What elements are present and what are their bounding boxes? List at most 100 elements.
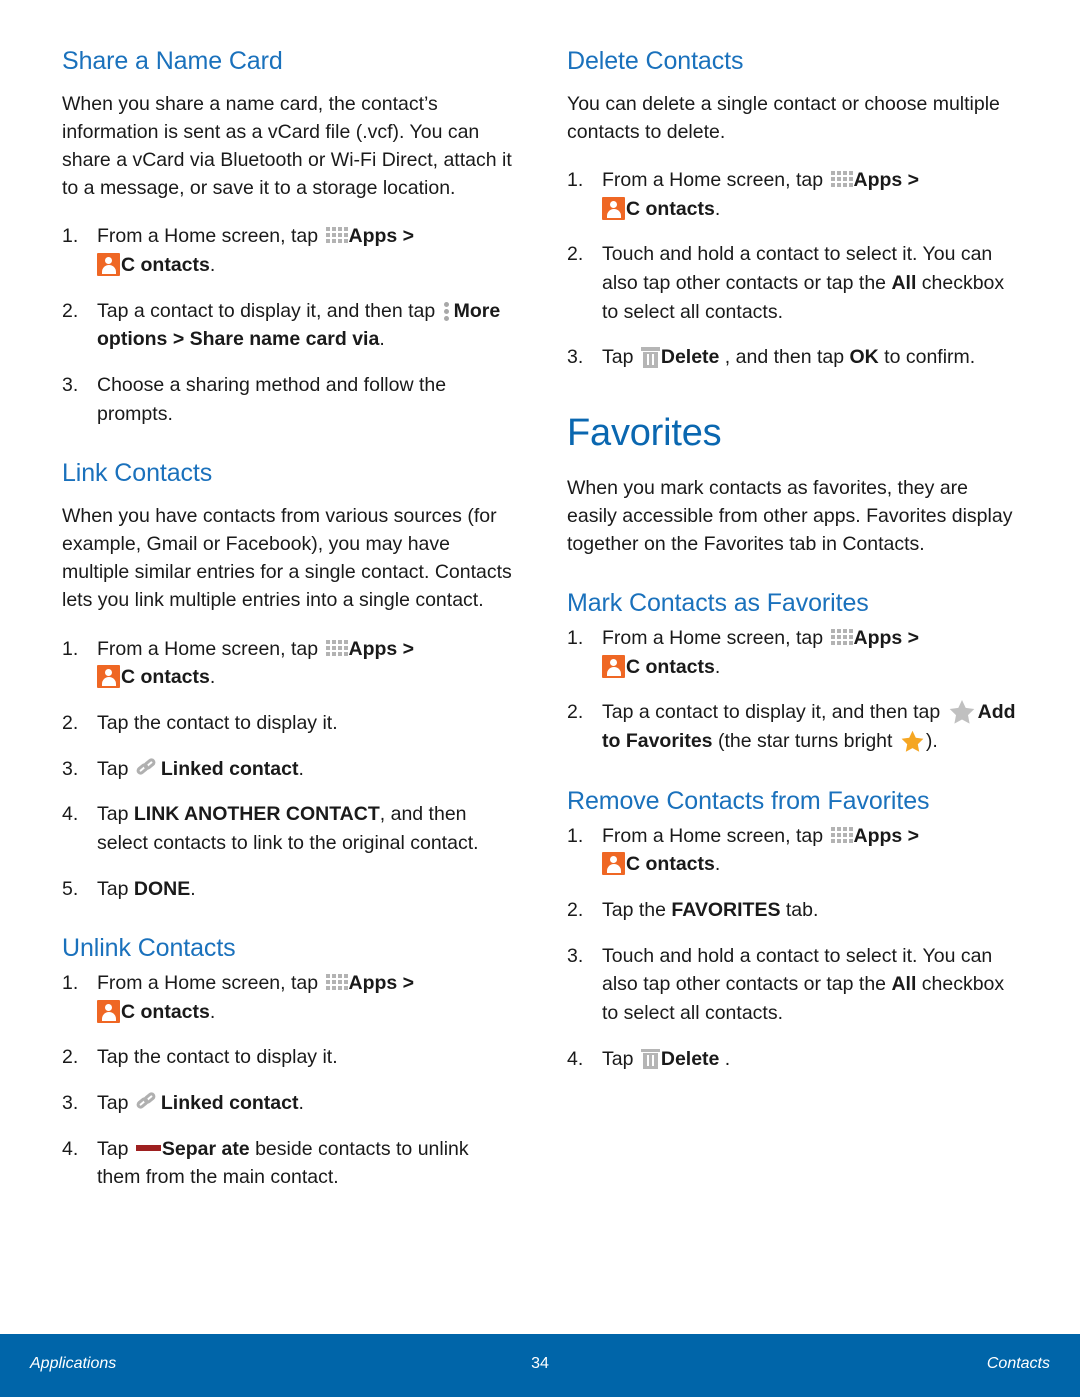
list-item: 4. Tap Delete .: [567, 1045, 1018, 1074]
step-period: .: [209, 253, 216, 276]
step-bold-favorites-tab: FAVORITES: [671, 898, 781, 921]
step-bold-contacts: C ontacts: [121, 666, 210, 689]
step-number: 1.: [62, 972, 79, 995]
list-item: 1. From a Home screen, tap Apps > C onta…: [62, 222, 513, 279]
step-number: 3.: [62, 373, 79, 396]
step-bold-contacts: C ontacts: [626, 197, 715, 220]
step-period: .: [714, 655, 721, 678]
list-item: 3. Tap Linked contact.: [62, 1089, 513, 1118]
step-bold-contacts: C ontacts: [626, 655, 715, 678]
steps-link-contacts: 1. From a Home screen, tap Apps > C onta…: [62, 635, 513, 904]
step-number: 3.: [567, 944, 584, 967]
step-text-tail: .: [719, 1047, 731, 1070]
step-text: Tap the contact to display it.: [97, 711, 338, 734]
step-period: .: [379, 328, 385, 351]
step-period: .: [209, 666, 216, 689]
step-number: 1.: [62, 225, 79, 248]
steps-delete-contacts: 1. From a Home screen, tap Apps > C onta…: [567, 166, 1018, 372]
list-item: 3. Tap Delete , and then tap OK to confi…: [567, 343, 1018, 372]
page-footer: Applications 34 Contacts: [0, 1334, 1080, 1397]
footer-topic-label: Contacts: [986, 1355, 1050, 1372]
step-text: Tap: [97, 803, 134, 826]
section-heading-delete-contacts: Delete Contacts: [567, 47, 744, 75]
step-text: Tap: [602, 1047, 639, 1070]
page-number: 34: [531, 1355, 549, 1372]
step-text: Tap the contact to display it.: [97, 1046, 338, 1069]
step-number: 1.: [567, 824, 584, 847]
step-number: 1.: [567, 627, 584, 650]
apps-grid-icon: [830, 627, 853, 647]
section-heading-remove-favorites: Remove Contacts from Favorites: [567, 786, 930, 815]
step-number: 4.: [62, 803, 79, 826]
manual-page: Share a Name Card When you share a name …: [0, 0, 1080, 1397]
step-text: Tap: [97, 1092, 134, 1115]
trash-delete-icon: [640, 1048, 660, 1070]
list-item: 3. Tap Linked contact.: [62, 755, 513, 784]
list-item: 2. Tap the contact to display it.: [62, 1043, 513, 1072]
contacts-app-icon: [602, 852, 625, 876]
steps-unlink-contacts: 1. From a Home screen, tap Apps > C onta…: [62, 969, 513, 1192]
step-period: .: [298, 757, 304, 780]
chain-link-icon: [134, 756, 159, 778]
step-text: From a Home screen, tap: [97, 225, 324, 248]
paragraph-delete-contacts: You can delete a single contact or choos…: [567, 93, 1000, 144]
list-item: 1. From a Home screen, tap Apps > C onta…: [62, 969, 513, 1026]
step-number: 2.: [62, 1046, 79, 1069]
list-item: 5. Tap DONE.: [62, 875, 513, 904]
star-outline-gray-icon: [949, 699, 975, 724]
trash-delete-icon: [640, 346, 660, 368]
list-item: 2. Tap the contact to display it.: [62, 709, 513, 738]
contacts-app-icon: [602, 196, 625, 220]
step-text: Tap the: [602, 898, 672, 921]
list-item: 3. Touch and hold a contact to select it…: [567, 942, 1018, 1028]
step-text: Tap: [97, 877, 134, 900]
paragraph-favorites: When you mark contacts as favorites, the…: [567, 476, 1013, 555]
step-number: 2.: [567, 701, 584, 724]
list-item: 2. Tap a contact to display it, and then…: [62, 297, 513, 354]
step-bold-all: All: [891, 973, 917, 996]
apps-grid-icon: [325, 972, 348, 992]
step-bold-apps: Apps >: [348, 225, 415, 248]
paragraph-share-name-card: When you share a name card, the contact’…: [62, 93, 512, 200]
list-item: 1. From a Home screen, tap Apps > C onta…: [567, 822, 1018, 879]
contacts-app-icon: [97, 999, 120, 1023]
step-bold-done: DONE: [133, 877, 191, 900]
step-number: 3.: [62, 1092, 79, 1115]
step-bold-contacts: C ontacts: [626, 853, 715, 876]
step-bold-delete: Delete: [660, 1047, 720, 1070]
apps-grid-icon: [830, 825, 853, 845]
step-number: 1.: [62, 637, 79, 660]
step-text: From a Home screen, tap: [97, 972, 324, 995]
apps-grid-icon: [830, 169, 853, 189]
steps-share-name-card: 1. From a Home screen, tap Apps > C onta…: [62, 222, 513, 428]
list-item: 4. Tap LINK ANOTHER CONTACT, and then se…: [62, 800, 513, 857]
step-text: From a Home screen, tap: [97, 637, 324, 660]
more-options-icon: [443, 300, 451, 321]
list-item: 4. Tap Separ ate beside contacts to unli…: [62, 1135, 513, 1192]
step-bold-apps: Apps >: [853, 824, 920, 847]
apps-grid-icon: [325, 225, 348, 245]
right-column: Delete Contacts You can delete a single …: [567, 46, 1018, 1192]
list-item: 2. Tap the FAVORITES tab.: [567, 896, 1018, 925]
list-item: 2. Touch and hold a contact to select it…: [567, 240, 1018, 326]
list-item: 1. From a Home screen, tap Apps > C onta…: [567, 624, 1018, 681]
section-heading-unlink-contacts: Unlink Contacts: [62, 934, 236, 963]
step-bold-contacts: C ontacts: [121, 253, 210, 276]
list-item: 2. Tap a contact to display it, and then…: [567, 698, 1018, 755]
separate-bar-icon: [135, 1140, 161, 1156]
step-bold-apps: Apps >: [348, 637, 415, 660]
step-number: 2.: [567, 243, 584, 266]
list-item: 1. From a Home screen, tap Apps > C onta…: [567, 166, 1018, 223]
step-period: .: [298, 1092, 304, 1115]
star-filled-orange-icon: [901, 730, 924, 752]
list-item: 1. From a Home screen, tap Apps > C onta…: [62, 635, 513, 692]
step-bold-apps: Apps >: [348, 972, 415, 995]
step-period: .: [190, 877, 196, 900]
step-text-mid: (the star turns bright: [712, 729, 898, 752]
step-text: Choose a sharing method and follow the p…: [97, 373, 447, 425]
step-bold-apps: Apps >: [853, 627, 920, 650]
two-column-layout: Share a Name Card When you share a name …: [62, 46, 1018, 1192]
step-text: From a Home screen, tap: [602, 824, 829, 847]
step-number: 1.: [567, 169, 584, 192]
step-number: 3.: [567, 346, 584, 369]
